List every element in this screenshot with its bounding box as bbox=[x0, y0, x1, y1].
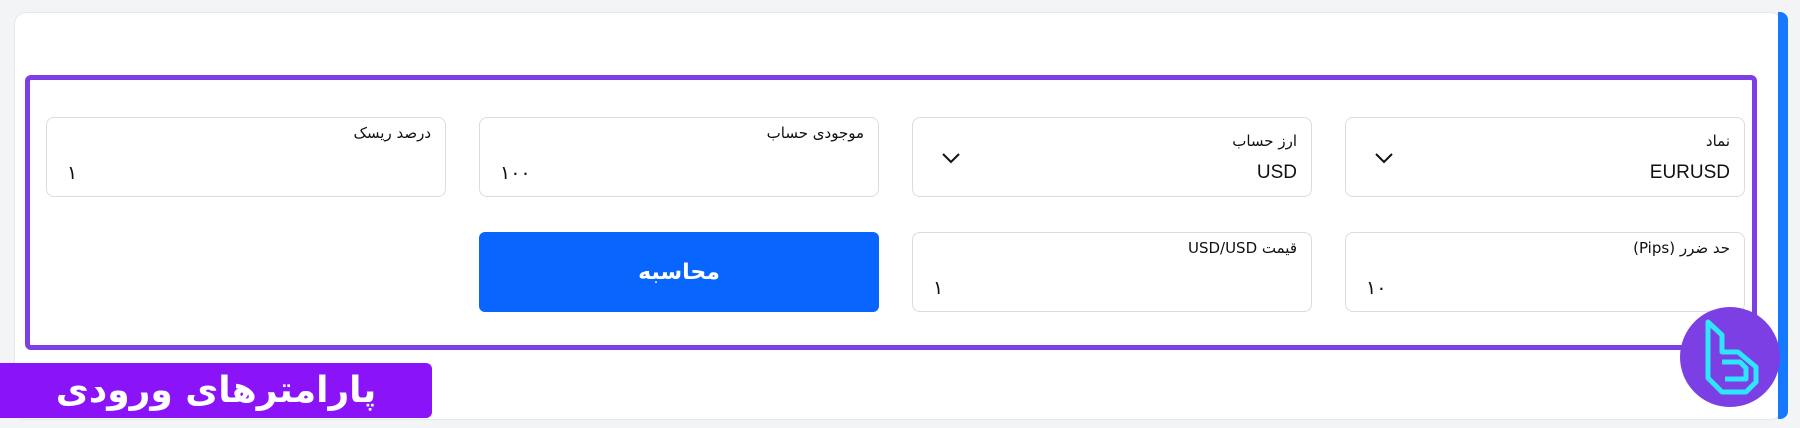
symbol-select[interactable]: نماد EURUSD bbox=[1345, 117, 1745, 197]
calculate-button[interactable]: محاسبه bbox=[479, 232, 879, 312]
price-field[interactable]: قیمت USD/USD ۱ bbox=[912, 232, 1312, 312]
symbol-label: نماد bbox=[1705, 132, 1730, 150]
stop-loss-value: ۱۰ bbox=[1366, 277, 1387, 299]
stop-loss-label: حد ضرر (Pips) bbox=[1633, 239, 1730, 257]
chevron-down-icon bbox=[1375, 153, 1393, 164]
price-label: قیمت USD/USD bbox=[1187, 239, 1297, 257]
account-balance-label: موجودی حساب bbox=[766, 124, 864, 142]
input-parameters-banner: پارامترهای ورودی bbox=[0, 363, 432, 418]
symbol-value: EURUSD bbox=[1649, 162, 1730, 183]
brand-logo-icon bbox=[1680, 307, 1780, 407]
stop-loss-field[interactable]: حد ضرر (Pips) ۱۰ bbox=[1345, 232, 1745, 312]
account-balance-value: ۱۰۰ bbox=[500, 162, 531, 184]
account-currency-value: USD bbox=[1256, 162, 1297, 183]
chevron-down-icon bbox=[942, 153, 960, 164]
price-value: ۱ bbox=[933, 277, 944, 299]
account-balance-field[interactable]: موجودی حساب ۱۰۰ bbox=[479, 117, 879, 197]
account-currency-label: ارز حساب bbox=[1232, 132, 1297, 150]
risk-percent-label: درصد ریسک bbox=[353, 124, 431, 142]
account-currency-select[interactable]: ارز حساب USD bbox=[912, 117, 1312, 197]
risk-percent-value: ۱ bbox=[67, 162, 78, 184]
risk-percent-field[interactable]: درصد ریسک ۱ bbox=[46, 117, 446, 197]
